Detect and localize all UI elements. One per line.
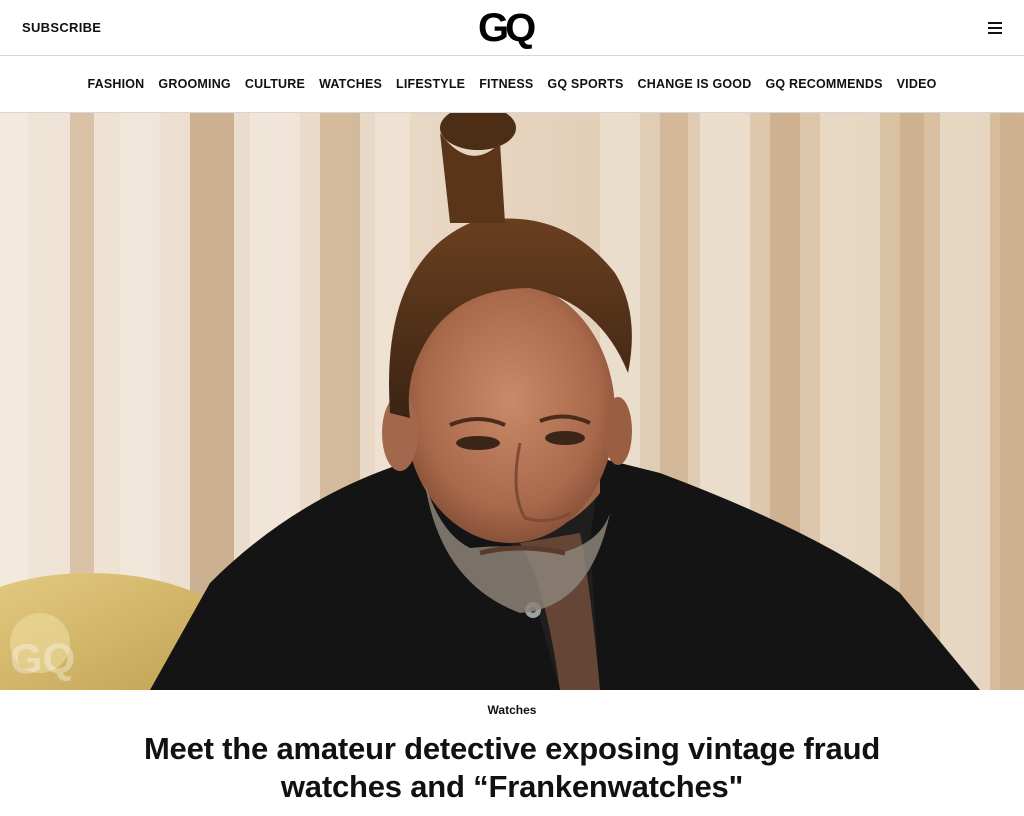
nav-item-culture[interactable]: CULTURE — [245, 77, 305, 91]
menu-bar — [988, 27, 1002, 29]
article-category[interactable]: Watches — [0, 703, 1024, 717]
article-page: SUBSCRIBE GQ FASHION GROOMING CULTURE WA… — [0, 0, 1024, 816]
nav-item-change-is-good[interactable]: CHANGE IS GOOD — [638, 77, 752, 91]
nav-item-grooming[interactable]: GROOMING — [158, 77, 230, 91]
nav-item-fitness[interactable]: FITNESS — [479, 77, 533, 91]
nav-item-video[interactable]: VIDEO — [897, 77, 937, 91]
menu-bar — [988, 22, 1002, 24]
hamburger-menu-icon[interactable] — [988, 22, 1002, 34]
article-headline: Meet the amateur detective exposing vint… — [143, 731, 881, 804]
nav-item-fashion[interactable]: FASHION — [87, 77, 144, 91]
svg-text:GQ: GQ — [10, 635, 75, 682]
nav-item-watches[interactable]: WATCHES — [319, 77, 382, 91]
primary-nav: FASHION GROOMING CULTURE WATCHES LIFESTY… — [0, 56, 1024, 113]
nav-item-gq-sports[interactable]: GQ SPORTS — [547, 77, 623, 91]
nav-item-gq-recommends[interactable]: GQ RECOMMENDS — [765, 77, 882, 91]
site-header: SUBSCRIBE GQ — [0, 0, 1024, 56]
subscribe-link[interactable]: SUBSCRIBE — [22, 20, 101, 35]
hero-image: GQ — [0, 113, 1024, 690]
gq-logo[interactable]: GQ — [478, 8, 536, 48]
menu-bar — [988, 32, 1002, 34]
nav-item-lifestyle[interactable]: LIFESTYLE — [396, 77, 465, 91]
